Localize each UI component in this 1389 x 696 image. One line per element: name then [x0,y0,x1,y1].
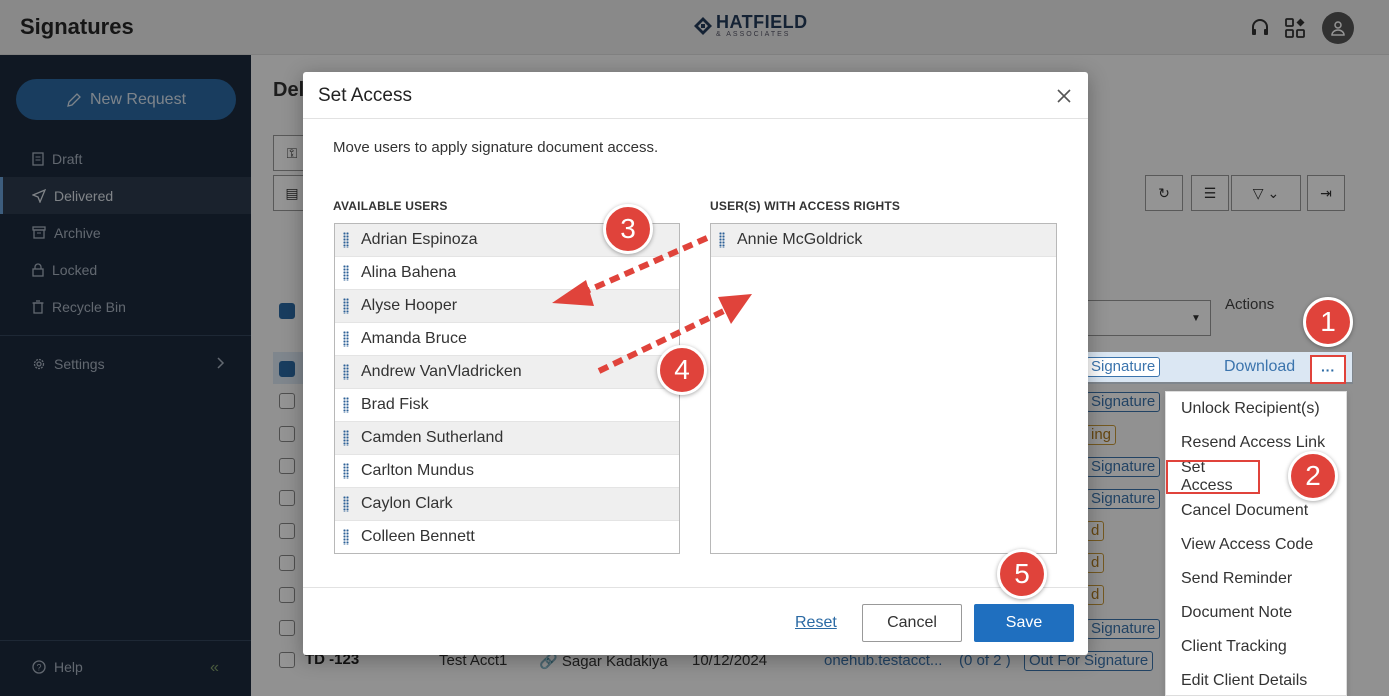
menu-item-client-tracking[interactable]: Client Tracking [1166,630,1346,664]
cancel-button[interactable]: Cancel [862,604,962,642]
user-name: Brad Fisk [361,396,429,413]
list-item[interactable]: Carlton Mundus [335,455,679,488]
step-marker-2: 2 [1288,451,1338,501]
user-name: Camden Sutherland [361,429,504,446]
dialog-footer-divider [303,587,1088,588]
list-item[interactable]: Brad Fisk [335,389,679,422]
drag-handle-icon[interactable] [343,430,349,446]
drag-handle-icon[interactable] [343,397,349,413]
step-marker-1: 1 [1303,297,1353,347]
list-item[interactable]: Annie McGoldrick [711,224,1056,257]
user-name: Andrew VanVladricken [361,363,522,380]
access-users-list[interactable]: Annie McGoldrick [710,223,1057,554]
access-users-label: USER(S) WITH ACCESS RIGHTS [710,199,901,213]
list-item[interactable]: Colleen Bennett [335,521,679,553]
reset-link[interactable]: Reset [795,614,837,632]
user-name: Alina Bahena [361,264,457,281]
menu-item-edit-client-details[interactable]: Edit Client Details [1166,664,1346,696]
user-name: Carlton Mundus [361,462,474,479]
drag-handle-icon[interactable] [343,364,349,380]
step-marker-5: 5 [997,549,1047,599]
drag-handle-icon[interactable] [343,496,349,512]
close-icon[interactable] [1056,88,1072,104]
list-item[interactable]: Amanda Bruce [335,323,679,356]
dialog-intro: Move users to apply signature document a… [333,139,659,156]
ellipsis-icon: ··· [1321,361,1335,378]
user-name: Amanda Bruce [361,330,467,347]
drag-handle-icon[interactable] [343,529,349,545]
list-item[interactable]: Andrew VanVladricken [335,356,679,389]
step-marker-3: 3 [603,204,653,254]
available-users-label: AVAILABLE USERS [333,199,448,213]
drag-handle-icon[interactable] [343,463,349,479]
menu-item-view-access-code[interactable]: View Access Code [1166,528,1346,562]
user-name: Adrian Espinoza [361,231,478,248]
save-button[interactable]: Save [974,604,1074,642]
user-name: Colleen Bennett [361,528,475,545]
list-item[interactable]: Alina Bahena [335,257,679,290]
download-link[interactable]: Download [1224,358,1295,376]
user-name: Annie McGoldrick [737,231,863,248]
user-name: Caylon Clark [361,495,453,512]
list-item[interactable]: Alyse Hooper [335,290,679,323]
drag-handle-icon[interactable] [343,298,349,314]
list-item[interactable]: Camden Sutherland [335,422,679,455]
drag-handle-icon[interactable] [343,265,349,281]
more-actions-button[interactable]: ··· [1310,355,1346,384]
list-item[interactable]: Caylon Clark [335,488,679,521]
menu-item-document-note[interactable]: Document Note [1166,596,1346,630]
drag-handle-icon[interactable] [719,232,725,248]
status-badge: Signature [1086,357,1161,377]
user-name: Alyse Hooper [361,297,458,314]
available-users-list[interactable]: Adrian Espinoza Alina Bahena Alyse Hoope… [334,223,680,554]
actions-menu-foreground: Unlock Recipient(s) Resend Access Link S… [1165,391,1347,696]
step-marker-4: 4 [657,345,707,395]
menu-item-unlock-recipients[interactable]: Unlock Recipient(s) [1166,392,1346,426]
dialog-title: Set Access [318,85,412,106]
menu-item-send-reminder[interactable]: Send Reminder [1166,562,1346,596]
drag-handle-icon[interactable] [343,232,349,248]
drag-handle-icon[interactable] [343,331,349,347]
menu-item-set-access[interactable]: Set Access [1166,459,1260,494]
dialog-header: Set Access [303,72,1088,119]
